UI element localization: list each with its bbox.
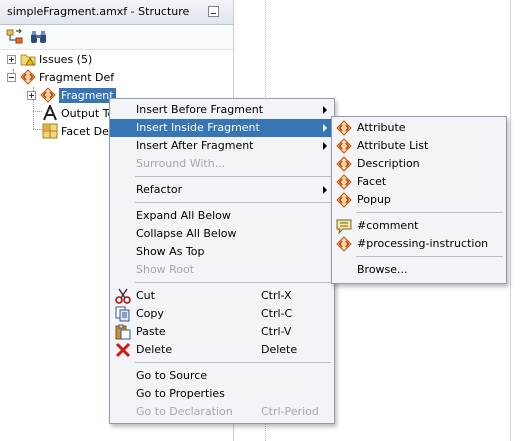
menu-separator bbox=[356, 212, 503, 213]
menu-collapse-all[interactable]: Collapse All Below bbox=[110, 225, 334, 243]
submenu-comment[interactable]: #comment bbox=[332, 217, 506, 235]
folder-warning-icon bbox=[20, 51, 36, 67]
xml-element-icon bbox=[336, 174, 352, 190]
submenu-arrow-icon bbox=[323, 124, 327, 132]
xml-element-icon bbox=[336, 192, 352, 208]
menu-separator bbox=[135, 362, 331, 363]
context-menu: Insert Before Fragment Insert Inside Fra… bbox=[109, 98, 335, 424]
menu-separator bbox=[356, 256, 503, 257]
xml-element-icon bbox=[20, 69, 36, 85]
menu-insert-before[interactable]: Insert Before Fragment bbox=[110, 101, 334, 119]
menu-paste[interactable]: Paste Ctrl-V bbox=[110, 323, 334, 341]
submenu-description[interactable]: Description bbox=[332, 155, 506, 173]
xml-element-icon bbox=[336, 120, 352, 136]
insert-inside-submenu: Attribute Attribute List Description Fac… bbox=[331, 116, 507, 284]
submenu-arrow-icon bbox=[323, 142, 327, 150]
tree-label: Output Te bbox=[61, 106, 115, 120]
submenu-browse[interactable]: Browse... bbox=[332, 261, 506, 279]
xml-element-icon bbox=[336, 138, 352, 154]
xml-element-icon bbox=[40, 87, 56, 103]
expand-icon[interactable] bbox=[7, 54, 16, 64]
menu-separator bbox=[135, 202, 331, 203]
delete-x-icon bbox=[115, 342, 131, 358]
menu-go-to-properties[interactable]: Go to Properties bbox=[110, 385, 334, 403]
menu-go-to-declaration[interactable]: Go to Declaration Ctrl-Period bbox=[110, 403, 334, 421]
copy-icon bbox=[115, 306, 131, 322]
xml-element-icon bbox=[336, 156, 352, 172]
tree-label: Facet Def bbox=[61, 124, 113, 138]
xml-element-icon bbox=[336, 236, 352, 252]
menu-refactor[interactable]: Refactor bbox=[110, 181, 334, 199]
menu-separator bbox=[135, 176, 331, 177]
menu-surround-with[interactable]: Surround With... bbox=[110, 155, 334, 173]
submenu-arrow-icon bbox=[323, 186, 327, 194]
menu-separator bbox=[135, 282, 331, 283]
menu-show-root[interactable]: Show Root bbox=[110, 261, 334, 279]
facet-grid-icon bbox=[42, 123, 58, 139]
menu-expand-all[interactable]: Expand All Below bbox=[110, 207, 334, 225]
panel-title: simpleFragment.amxf - Structure bbox=[7, 5, 190, 18]
menu-go-to-source[interactable]: Go to Source bbox=[110, 367, 334, 385]
menu-cut[interactable]: Cut Ctrl-X bbox=[110, 287, 334, 305]
panel-header: simpleFragment.amxf - Structure bbox=[0, 0, 233, 25]
panel-toolbar bbox=[0, 25, 233, 50]
tree-item-output-text[interactable]: Output Te bbox=[42, 103, 115, 122]
tree-label: Fragment bbox=[59, 87, 116, 103]
xml-structure-icon[interactable] bbox=[6, 28, 24, 45]
submenu-attribute[interactable]: Attribute bbox=[332, 119, 506, 137]
paste-icon bbox=[115, 324, 131, 340]
collapse-icon[interactable] bbox=[7, 72, 16, 82]
submenu-arrow-icon bbox=[323, 106, 327, 114]
menu-insert-inside[interactable]: Insert Inside Fragment bbox=[110, 119, 334, 137]
expand-icon[interactable] bbox=[27, 90, 36, 100]
submenu-popup[interactable]: Popup bbox=[332, 191, 506, 209]
tree-item-issues[interactable]: Issues (5) bbox=[7, 50, 92, 68]
text-a-icon bbox=[42, 103, 58, 121]
minimize-icon[interactable] bbox=[208, 6, 219, 17]
scissors-icon bbox=[115, 288, 131, 304]
submenu-processing-instruction[interactable]: #processing-instruction bbox=[332, 235, 506, 253]
menu-delete[interactable]: Delete Delete bbox=[110, 341, 334, 359]
tree-label: Fragment Def bbox=[39, 70, 115, 84]
menu-insert-after[interactable]: Insert After Fragment bbox=[110, 137, 334, 155]
binoculars-icon[interactable] bbox=[30, 29, 48, 45]
submenu-facet[interactable]: Facet bbox=[332, 173, 506, 191]
tree-item-fragment[interactable]: Fragment bbox=[27, 86, 116, 104]
submenu-attribute-list[interactable]: Attribute List bbox=[332, 137, 506, 155]
comment-icon bbox=[336, 218, 352, 235]
editor-divider bbox=[510, 0, 511, 441]
tree-label: Issues (5) bbox=[39, 52, 93, 66]
tree-item-facet-def[interactable]: Facet Def bbox=[42, 122, 113, 140]
menu-copy[interactable]: Copy Ctrl-C bbox=[110, 305, 334, 323]
tree-item-fragment-def[interactable]: Fragment Def bbox=[7, 68, 114, 86]
menu-show-as-top[interactable]: Show As Top bbox=[110, 243, 334, 261]
